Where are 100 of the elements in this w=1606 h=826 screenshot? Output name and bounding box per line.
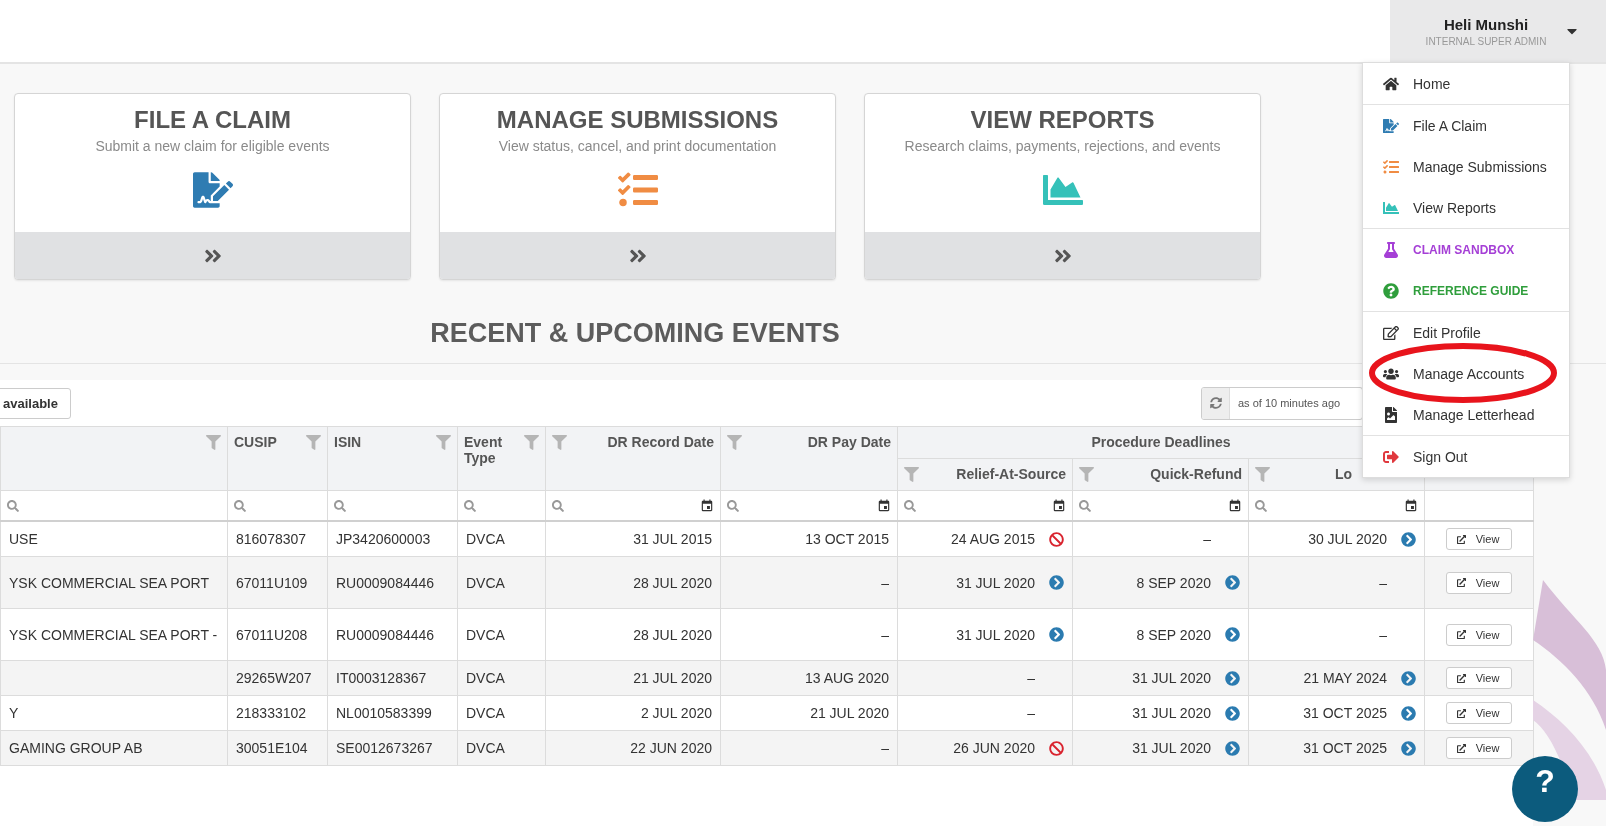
table-cell: 28 JUL 2020 (545, 608, 721, 661)
table-cell: DVCA (457, 695, 546, 731)
calendar-icon[interactable] (1052, 498, 1066, 513)
table-cell: 2 JUL 2020 (545, 695, 721, 731)
search-icon (552, 499, 564, 512)
menu-item[interactable]: Sign Out (1363, 436, 1569, 477)
external-link-icon (1456, 708, 1466, 718)
go-arrow-icon[interactable] (1049, 627, 1064, 642)
menu-item[interactable]: Manage Accounts (1363, 353, 1569, 394)
calendar-icon[interactable] (1228, 498, 1242, 513)
menu-item[interactable]: CLAIM SANDBOX (1363, 229, 1569, 270)
action-card[interactable]: MANAGE SUBMISSIONS View status, cancel, and print documentation (439, 93, 836, 280)
table-cell: YSK COMMERCIAL SEA PORT - (0, 608, 228, 661)
external-link-icon (1456, 743, 1466, 753)
table-cell: 22 JUN 2020 (545, 730, 721, 766)
table-cell: 21 JUL 2020 (720, 695, 898, 731)
filter-icon[interactable] (552, 435, 567, 450)
column-header[interactable] (0, 426, 228, 491)
column-header[interactable]: Event Type (457, 426, 546, 491)
menu-item[interactable]: Manage Submissions (1363, 146, 1569, 187)
filter-icon[interactable] (306, 435, 321, 450)
filter-button[interactable]: available (0, 387, 71, 419)
column-header[interactable]: DR Pay Date (720, 426, 898, 491)
deadline-date: 26 JUN 2020 (953, 740, 1035, 756)
external-link-icon (1456, 578, 1466, 587)
area-chart-icon (1383, 199, 1399, 216)
go-arrow-icon[interactable] (1225, 575, 1240, 590)
calendar-icon[interactable] (700, 498, 714, 513)
filter-icon[interactable] (1255, 467, 1270, 482)
filter-icon[interactable] (206, 435, 221, 450)
deadline-date: 30 JUL 2020 (1308, 531, 1388, 547)
menu-item[interactable]: Home (1363, 63, 1569, 104)
deadline-date: 31 JUL 2020 (1132, 740, 1211, 756)
table-cell: 816078307 (227, 521, 328, 557)
table-cell: SE0012673267 (327, 730, 458, 766)
table-cell: RU0009084446 (327, 556, 458, 609)
view-button[interactable]: View (1445, 528, 1513, 550)
external-link-icon (1456, 534, 1466, 544)
table-cell: 218333102 (227, 695, 328, 731)
card-footer[interactable] (865, 232, 1260, 279)
go-arrow-icon[interactable] (1401, 670, 1417, 686)
checklist-icon (1383, 158, 1399, 175)
view-button[interactable]: View (1445, 571, 1513, 594)
menu-item[interactable]: Edit Profile (1363, 312, 1569, 353)
filter-icon[interactable] (904, 467, 919, 482)
go-arrow-icon[interactable] (1401, 705, 1417, 721)
column-header[interactable]: Relief-At-Source (897, 458, 1073, 491)
card-title: MANAGE SUBMISSIONS (496, 106, 779, 134)
column-header[interactable]: ISIN (327, 426, 458, 491)
action-card[interactable]: FILE A CLAIM Submit a new claim for eligible events (14, 93, 411, 280)
table-cell: 67011U208 (227, 608, 328, 661)
deadline-date: 8 SEP 2020 (1136, 626, 1211, 643)
card-subtitle: View status, cancel, and print documentation (498, 138, 777, 154)
filter-icon[interactable] (436, 435, 451, 450)
table-cell: DVCA (457, 556, 546, 609)
column-header[interactable]: CUSIP (227, 426, 328, 491)
card-footer[interactable] (15, 232, 410, 279)
signed-document-icon (1383, 117, 1399, 134)
filter-icon[interactable] (524, 435, 539, 450)
column-header[interactable]: DR Record Date (545, 426, 721, 491)
deadline-date: – (1027, 705, 1035, 721)
table-cell: 67011U109 (227, 556, 328, 609)
table-cell: Y (0, 695, 228, 731)
deadline-date: – (1379, 626, 1388, 643)
table-cell: DVCA (457, 730, 546, 766)
action-card[interactable]: VIEW REPORTS Research claims, payments, rejections, and events (864, 93, 1261, 280)
view-button[interactable]: View (1445, 623, 1513, 646)
refresh-icon (1209, 397, 1222, 409)
go-arrow-icon[interactable] (1225, 740, 1240, 756)
sign-out-icon (1383, 448, 1399, 465)
card-footer[interactable] (440, 232, 835, 279)
search-icon (334, 499, 346, 512)
go-arrow-icon[interactable] (1225, 627, 1240, 642)
external-link-icon (1456, 630, 1466, 639)
signed-document-icon (192, 170, 233, 210)
section-title: RECENT & UPCOMING EVENTS (429, 318, 841, 349)
view-button[interactable]: View (1445, 737, 1513, 759)
view-button[interactable]: View (1445, 702, 1513, 724)
go-arrow-icon[interactable] (1225, 705, 1240, 721)
go-arrow-icon[interactable] (1049, 575, 1064, 590)
column-header[interactable]: Quick-Refund (1072, 458, 1249, 491)
calendar-icon[interactable] (877, 498, 891, 513)
filter-icon[interactable] (727, 435, 742, 450)
table-cell: 29265W207 (227, 660, 328, 696)
table-cell: 13 OCT 2015 (720, 521, 898, 557)
user-menu[interactable]: Heli Munshi INTERNAL SUPER ADMIN (1390, 0, 1606, 62)
deadline-date: 31 JUL 2020 (1132, 705, 1211, 721)
calendar-icon[interactable] (1404, 498, 1419, 513)
deadline-date: 21 MAY 2024 (1303, 670, 1388, 686)
deadline-date: 31 JUL 2020 (1132, 670, 1211, 686)
go-arrow-icon[interactable] (1401, 531, 1417, 547)
go-arrow-icon[interactable] (1225, 670, 1240, 686)
refresh-button[interactable] (1202, 387, 1230, 419)
go-arrow-icon[interactable] (1401, 740, 1417, 756)
menu-item[interactable]: File A Claim (1363, 105, 1569, 146)
deadline-date: – (1027, 670, 1035, 686)
view-button[interactable]: View (1445, 667, 1513, 689)
menu-item[interactable]: View Reports (1363, 187, 1569, 228)
prohibited-icon (1049, 531, 1064, 547)
filter-icon[interactable] (1079, 467, 1094, 482)
